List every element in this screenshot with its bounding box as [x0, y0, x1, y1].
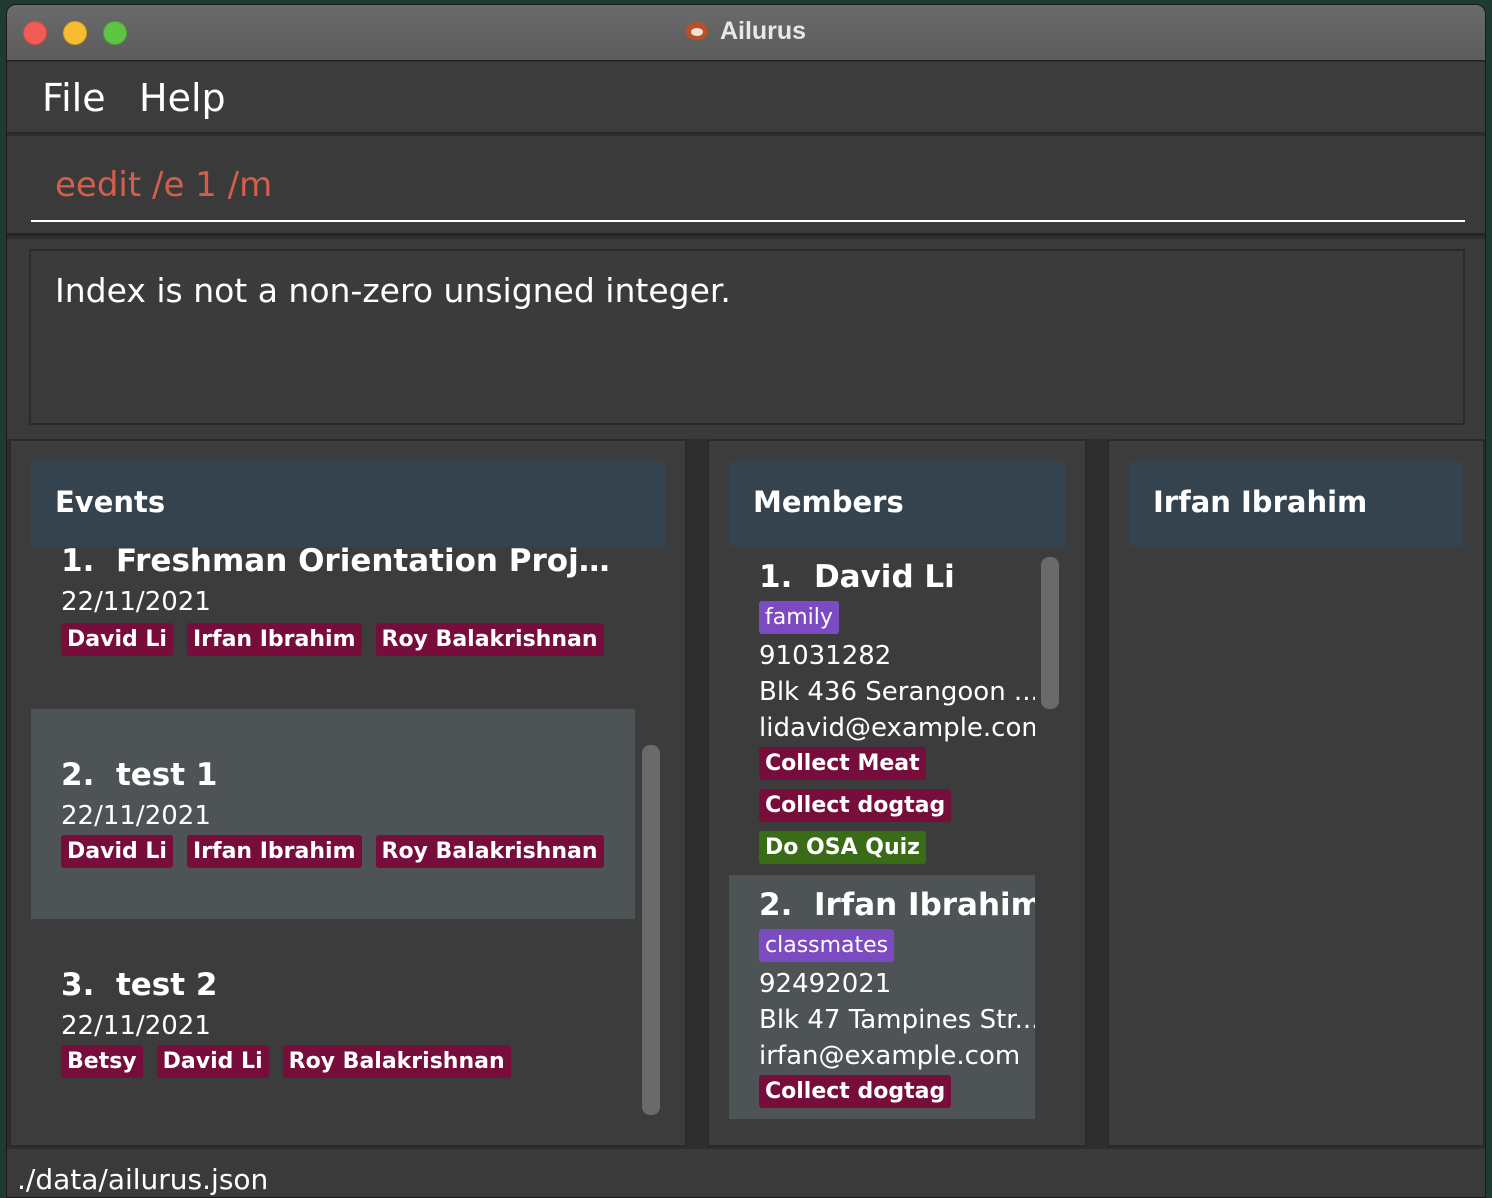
member-task: Do OSA Quiz	[759, 831, 926, 864]
member-address: Blk 436 Serangoon ...	[759, 677, 1035, 707]
complete-task-tag: Do OSA Quiz	[759, 831, 926, 864]
event-title: 2. test 1	[61, 757, 621, 793]
member-task: Collect Meat	[759, 747, 926, 780]
event-index: 3.	[61, 967, 95, 1003]
member-task: Collect dogtag	[759, 789, 952, 822]
member-detail-panel: Irfan Ibrahim	[1107, 439, 1485, 1147]
member-tags: classmates	[759, 929, 895, 962]
data-file-path: ./data/ailurus.json	[17, 1163, 269, 1196]
group-tag: family	[759, 601, 839, 634]
member-tag: David Li	[61, 623, 173, 656]
member-title: 2. Irfan Ibrahim	[759, 887, 1035, 923]
events-header: Events	[31, 461, 665, 547]
member-address: Blk 47 Tampines Str...	[759, 1005, 1035, 1035]
member-card[interactable]: 2. Irfan Ibrahim classmates 92492021 Blk…	[729, 875, 1035, 1119]
member-tag: Roy Balakrishnan	[375, 835, 604, 868]
member-index: 2.	[759, 887, 793, 923]
window-title-group: Ailurus	[7, 17, 1485, 46]
status-bar: ./data/ailurus.json	[7, 1149, 1485, 1197]
member-list-scroll-thumb[interactable]	[1041, 557, 1059, 709]
member-tag: Roy Balakrishnan	[375, 623, 604, 656]
red-panda-icon	[685, 22, 708, 40]
event-card[interactable]: 2. test 1 22/11/2021 David Li Irfan Ibra…	[31, 709, 635, 919]
event-title: 3. test 2	[61, 967, 621, 1003]
member-tag: David Li	[61, 835, 173, 868]
member-tag: Roy Balakrishnan	[282, 1045, 511, 1078]
event-index: 1.	[61, 547, 95, 579]
events-panel: Events 1. Freshman Orientation Project .…	[9, 439, 687, 1147]
member-name: David Li	[813, 559, 955, 595]
member-email: irfan@example.com	[759, 1041, 1021, 1071]
incomplete-task-tag: Collect dogtag	[759, 1075, 952, 1108]
detail-header: Irfan Ibrahim	[1129, 461, 1463, 547]
command-box	[7, 136, 1485, 236]
member-list[interactable]: 1. David Li family 91031282 Blk 436 Sera…	[729, 547, 1035, 1119]
member-tags: family	[759, 601, 839, 634]
event-members: David Li Irfan Ibrahim Roy Balakrishnan	[61, 835, 604, 868]
member-email: lidavid@example.com	[759, 713, 1035, 743]
result-message: Index is not a non-zero unsigned integer…	[29, 249, 1465, 425]
member-tag: Betsy	[61, 1045, 143, 1078]
command-input[interactable]	[31, 150, 1465, 222]
event-card[interactable]: 1. Freshman Orientation Project ... 22/1…	[31, 547, 635, 709]
incomplete-task-tag: Collect dogtag	[759, 789, 952, 822]
menu-bar: File Help	[7, 62, 1485, 134]
event-date: 22/11/2021	[61, 587, 211, 617]
event-list[interactable]: 1. Freshman Orientation Project ... 22/1…	[31, 547, 635, 1127]
event-name: Freshman Orientation Project ...	[115, 547, 621, 579]
member-tag: Irfan Ibrahim	[186, 623, 362, 656]
event-members: David Li Irfan Ibrahim Roy Balakrishnan	[61, 623, 604, 656]
member-card[interactable]: 1. David Li family 91031282 Blk 436 Sera…	[729, 547, 1035, 875]
event-card[interactable]: 3. test 2 22/11/2021 Betsy David Li Roy …	[31, 919, 635, 1127]
event-list-scroll-thumb[interactable]	[642, 745, 660, 1115]
event-date: 22/11/2021	[61, 801, 211, 831]
member-tag: David Li	[156, 1045, 269, 1078]
member-phone: 92492021	[759, 969, 892, 999]
menu-file[interactable]: File	[42, 76, 106, 120]
member-phone: 91031282	[759, 641, 892, 671]
event-title: 1. Freshman Orientation Project ...	[61, 547, 621, 579]
members-header: Members	[729, 461, 1065, 547]
title-bar: Ailurus	[7, 5, 1485, 61]
member-tag: Irfan Ibrahim	[186, 835, 362, 868]
event-name: test 1	[115, 757, 218, 793]
menu-help[interactable]: Help	[139, 76, 226, 120]
incomplete-task-tag: Collect Meat	[759, 747, 926, 780]
members-panel: Members 1. David Li family 91031282 Blk …	[707, 439, 1087, 1147]
event-date: 22/11/2021	[61, 1011, 211, 1041]
event-name: test 2	[115, 967, 218, 1003]
member-list-scrollbar[interactable]	[1035, 547, 1065, 1119]
member-index: 1.	[759, 559, 793, 595]
member-title: 1. David Li	[759, 559, 1035, 595]
group-tag: classmates	[759, 929, 895, 962]
member-task: Collect dogtag	[759, 1075, 952, 1108]
result-display: Index is not a non-zero unsigned integer…	[7, 239, 1485, 439]
member-name: Irfan Ibrahim	[813, 887, 1035, 923]
event-members: Betsy David Li Roy Balakrishnan	[61, 1045, 511, 1078]
window-title: Ailurus	[719, 17, 807, 45]
app-window: Ailurus File Help Index is not a non-zer…	[6, 4, 1486, 1198]
event-list-scrollbar[interactable]	[635, 547, 665, 1127]
event-index: 2.	[61, 757, 95, 793]
